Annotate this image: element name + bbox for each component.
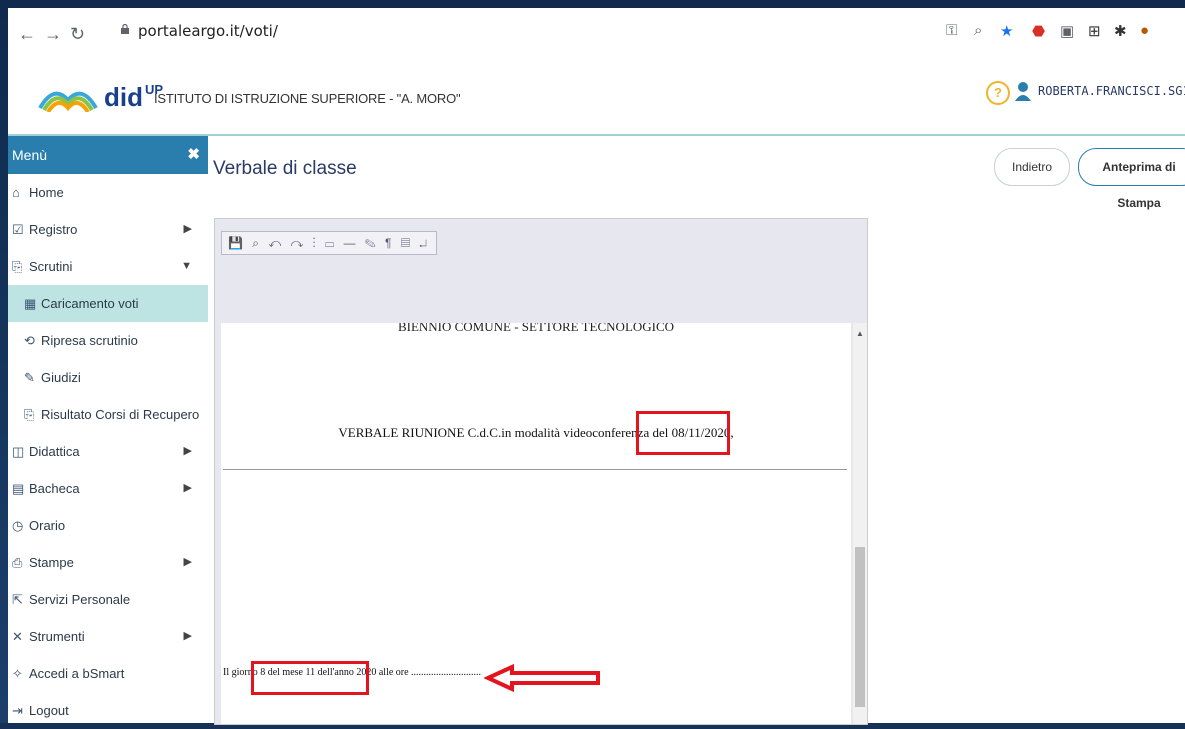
document-icon: ⎘ xyxy=(12,259,23,274)
sidebar-menu: Menù ✖ ⌂ Home ☑ Registro ▶ ⎘ Scrutini ▼ ▦ Cari… xyxy=(8,136,208,723)
logo-icon xyxy=(38,91,98,112)
date-highlight-box xyxy=(636,411,730,455)
scrollbar-thumb[interactable] xyxy=(855,547,865,707)
back-button[interactable]: Indietro xyxy=(994,148,1070,186)
sidebar-item-label: Stampe xyxy=(29,555,74,570)
address-bar[interactable]: portaleargo.it/voti/ xyxy=(138,22,278,40)
profile-icon[interactable]: ● xyxy=(1140,22,1149,39)
user-name[interactable]: ROBERTA.FRANCISCI.SG1741 xyxy=(1038,84,1185,98)
book-icon: ◫ xyxy=(12,444,25,459)
sidebar-item-label: Scrutini xyxy=(29,259,73,274)
sidebar-item-label: Servizi Personale xyxy=(29,592,131,607)
clock-icon: ◷ xyxy=(12,518,24,533)
sidebar-item-label: Risultato Corsi di Recupero xyxy=(41,407,200,422)
menu-title: Menù xyxy=(12,147,48,163)
sidebar-item-scrutini[interactable]: ⎘ Scrutini ▼ xyxy=(8,248,208,285)
grid-icon[interactable]: ⊞ xyxy=(1088,22,1101,40)
sidebar-item-label: Accedi a bSmart xyxy=(29,666,125,681)
user-icon xyxy=(1015,82,1031,101)
forward-arrow-icon[interactable]: → xyxy=(44,24,62,45)
sidebar-item-risultato-corsi[interactable]: ⎘ Risultato Corsi di Recupero xyxy=(8,396,208,433)
reload-icon[interactable]: ↻ xyxy=(70,24,85,45)
star-icon[interactable]: ★ xyxy=(1000,22,1013,40)
sidebar-item-caricamento-voti[interactable]: ▦ Caricamento voti xyxy=(8,285,208,322)
extension-icon[interactable]: ▣ xyxy=(1060,22,1074,40)
edit-icon: ✎ xyxy=(24,370,35,385)
grid-icon: ▦ xyxy=(24,296,37,311)
logout-icon: ⇥ xyxy=(12,703,23,718)
print-preview-button[interactable]: Anteprima di Stampa xyxy=(1078,148,1185,210)
verbale-title: VERBALE RIUNIONE C.d.C.in modalità video… xyxy=(338,425,734,440)
red-arrow-icon xyxy=(484,664,600,692)
back-arrow-icon[interactable]: ← xyxy=(18,24,36,45)
star-icon: ✧ xyxy=(12,666,23,681)
editor-toolbar[interactable]: 💾 ⌕ ↶ ↷ ⋮ ▭ — ✎ ¶ ▤ ↵ xyxy=(221,231,438,255)
sidebar-item-ripresa-scrutinio[interactable]: ⟲ Ripresa scrutinio xyxy=(8,322,208,359)
adblock-icon[interactable]: ⬣ xyxy=(1032,22,1045,40)
sidebar-item-didattica[interactable]: ◫ Didattica ▶ xyxy=(8,433,208,470)
browser-toolbar: ← → ↻ portaleargo.it/voti/ ⚿ ⌕ ★ ⬣ ▣ ⊞ ✱… xyxy=(8,8,1185,69)
chevron-down-icon: ▼ xyxy=(181,260,192,272)
chevron-right-icon: ▶ xyxy=(183,445,192,457)
sidebar-item-bsmart[interactable]: ✧ Accedi a bSmart xyxy=(8,655,208,692)
values-highlight-box xyxy=(251,661,369,695)
rich-text-editor: 💾 ⌕ ↶ ↷ ⋮ ▭ — ✎ ¶ ▤ ↵ BIENNIO COMUNE - S… xyxy=(214,218,868,725)
home-icon: ⌂ xyxy=(12,185,20,200)
lock-icon xyxy=(121,24,129,34)
sidebar-item-label: Home xyxy=(29,185,64,200)
calendar-icon: ☑ xyxy=(12,222,24,237)
chevron-right-icon: ▶ xyxy=(183,556,192,568)
sidebar-item-registro[interactable]: ☑ Registro ▶ xyxy=(8,211,208,248)
sidebar-item-label: Orario xyxy=(29,518,66,533)
sidebar-item-label: Registro xyxy=(29,222,78,237)
scroll-up-icon[interactable]: ▲ xyxy=(856,329,864,338)
sidebar-item-orario[interactable]: ◷ Orario xyxy=(8,507,208,544)
sidebar-item-giudizi[interactable]: ✎ Giudizi xyxy=(8,359,208,396)
sidebar-item-stampe[interactable]: ⎙ Stampe ▶ xyxy=(8,544,208,581)
menu-header: Menù ✖ xyxy=(8,136,208,174)
page-title: Verbale di classe xyxy=(213,158,357,179)
board-icon: ▤ xyxy=(12,481,25,496)
sidebar-item-bacheca[interactable]: ▤ Bacheca ▶ xyxy=(8,470,208,507)
sidebar-item-servizi-personale[interactable]: ⇱ Servizi Personale xyxy=(8,581,208,618)
document-icon: ⎘ xyxy=(24,407,35,422)
sidebar-item-label: Didattica xyxy=(29,444,80,459)
sidebar-item-label: Caricamento voti xyxy=(41,296,139,311)
sidebar-item-label: Ripresa scrutinio xyxy=(41,333,138,348)
external-icon: ⇱ xyxy=(12,592,23,607)
main-content: Verbale di classe Indietro Anteprima di … xyxy=(208,136,1185,725)
refresh-icon: ⟲ xyxy=(24,333,35,348)
document-heading: BIENNIO COMUNE - SETTORE TECNOLOGICO xyxy=(397,323,675,334)
sidebar-item-label: Logout xyxy=(29,703,69,718)
close-icon[interactable]: ✖ xyxy=(187,136,200,174)
zoom-icon[interactable]: ⌕ xyxy=(974,22,982,39)
key-icon[interactable]: ⚿ xyxy=(946,22,957,39)
chevron-right-icon: ▶ xyxy=(183,223,192,235)
sidebar-item-strumenti[interactable]: ✕ Strumenti ▶ xyxy=(8,618,208,655)
help-icon[interactable]: ? xyxy=(986,81,1010,105)
sidebar-item-label: Strumenti xyxy=(29,629,85,644)
app-header: did UP ISTITUTO DI ISTRUZIONE SUPERIORE -… xyxy=(8,68,1185,136)
puzzle-icon[interactable]: ✱ xyxy=(1114,22,1127,40)
printer-icon: ⎙ xyxy=(12,555,23,570)
sidebar-item-home[interactable]: ⌂ Home xyxy=(8,174,208,211)
chevron-right-icon: ▶ xyxy=(183,630,192,642)
chevron-right-icon: ▶ xyxy=(183,482,192,494)
tools-icon: ✕ xyxy=(12,629,23,644)
divider xyxy=(223,469,847,470)
sidebar-item-label: Giudizi xyxy=(41,370,81,385)
school-name: ISTITUTO DI ISTRUZIONE SUPERIORE - "A. M… xyxy=(154,91,461,106)
sidebar-item-label: Bacheca xyxy=(29,481,80,496)
scrollbar[interactable]: ▲ xyxy=(853,323,867,724)
sidebar-item-logout[interactable]: ⇥ Logout xyxy=(8,692,208,729)
